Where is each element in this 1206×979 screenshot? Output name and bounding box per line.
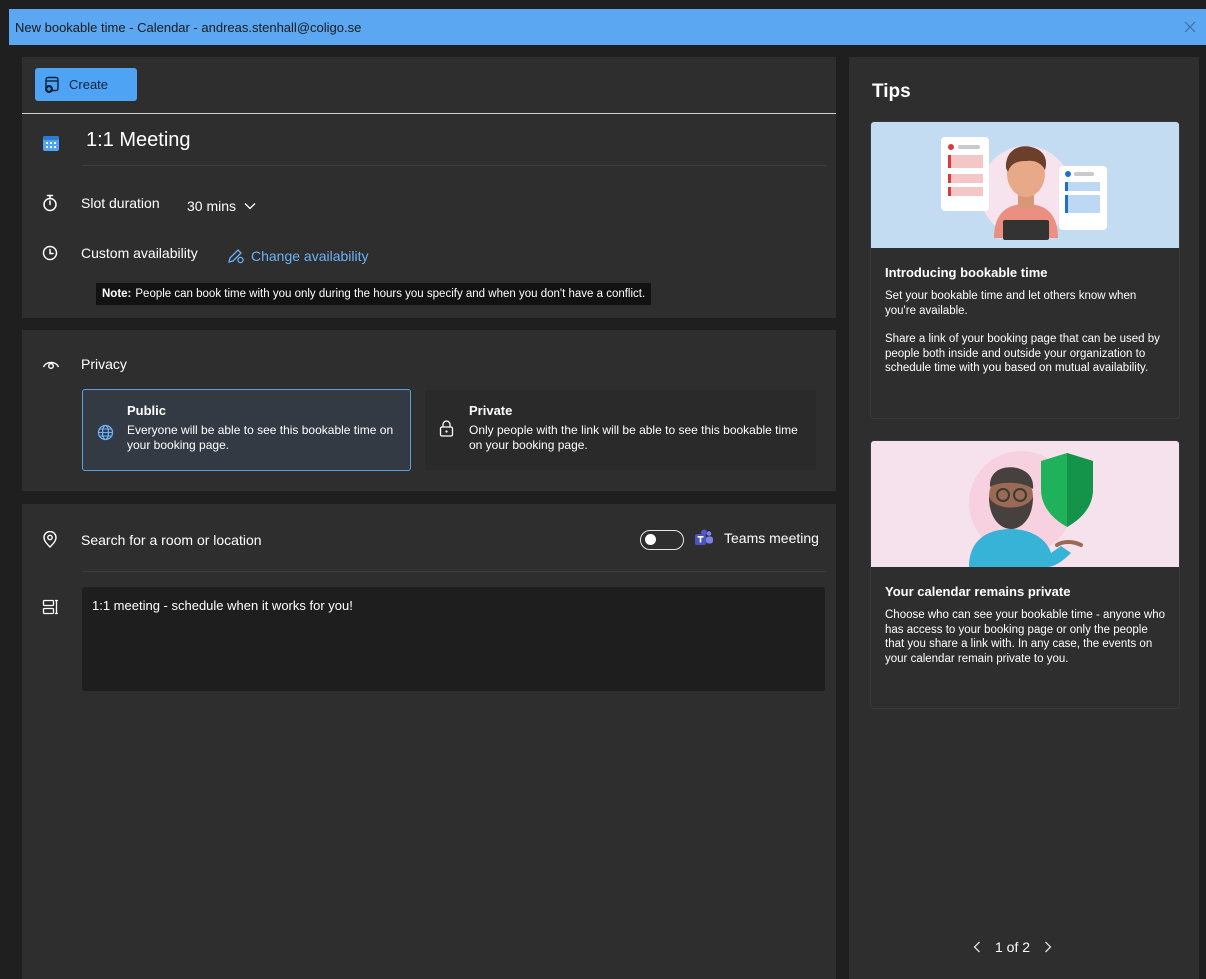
note-bold: Note: (102, 288, 132, 300)
teams-meeting-toggle[interactable] (640, 530, 684, 550)
availability-note: Note: People can book time with you only… (96, 283, 652, 305)
note-text: People can book time with you only durin… (135, 288, 646, 300)
tip-heading: Introducing bookable time (885, 265, 1048, 280)
location-row[interactable]: Search for a room or location (42, 531, 262, 548)
eye-icon (42, 358, 60, 370)
privacy-private-option[interactable]: Private Only people with the link will b… (424, 389, 817, 471)
pager-label: 1 of 2 (995, 939, 1031, 955)
availability-label: Custom availability (81, 245, 198, 261)
tip-illustration-bookable (871, 122, 1179, 248)
tip-card: Introducing bookable time Set your booka… (870, 121, 1180, 419)
change-availability-label: Change availability (251, 248, 369, 264)
chevron-down-icon (244, 202, 256, 210)
tip-card: Your calendar remains private Choose who… (870, 440, 1180, 709)
private-description: Only people with the link will be able t… (469, 423, 798, 452)
toggle-knob (645, 534, 656, 545)
slot-duration-dropdown[interactable]: 30 mins (179, 191, 265, 221)
meeting-title[interactable]: 1:1 Meeting (86, 129, 191, 152)
change-availability-link[interactable]: Change availability (227, 248, 369, 264)
description-textarea[interactable]: 1:1 meeting - schedule when it works for… (82, 587, 825, 691)
clock-icon (42, 245, 58, 261)
meeting-title-row[interactable]: 1:1 Meeting (22, 117, 836, 165)
tips-panel: Tips Introducing bookable time Set your … (849, 57, 1199, 979)
teams-icon (694, 529, 714, 547)
privacy-label: Privacy (81, 356, 127, 372)
location-pin-icon (42, 531, 58, 548)
public-title: Public (127, 403, 167, 418)
teams-meeting[interactable]: Teams meeting (694, 529, 819, 547)
tip-heading: Your calendar remains private (885, 584, 1071, 599)
teams-meeting-label: Teams meeting (724, 530, 819, 546)
stopwatch-icon (42, 194, 58, 212)
tip-paragraph: Set your bookable time and let others kn… (885, 290, 1137, 317)
chevron-right-icon[interactable] (1044, 941, 1052, 953)
tips-pager: 1 of 2 (973, 939, 1052, 955)
privacy-row: Privacy (42, 356, 127, 372)
create-button[interactable]: Create (35, 68, 137, 101)
close-icon[interactable] (1180, 17, 1200, 37)
public-description: Everyone will be able to see this bookab… (127, 423, 394, 452)
calendar-add-icon (43, 76, 61, 94)
tips-title: Tips (872, 81, 911, 102)
meeting-details-panel: Create 1:1 Meeting Slot duration 30 mins… (22, 57, 836, 318)
slot-duration-value: 30 mins (187, 198, 237, 214)
lock-icon (439, 420, 454, 437)
tip-illustration-private (871, 441, 1179, 567)
tip-paragraph: Choose who can see your bookable time - … (885, 609, 1166, 665)
tip-text: Set your bookable time and let others kn… (885, 289, 1165, 376)
location-panel: Search for a room or location Teams meet… (22, 504, 836, 979)
tip-paragraph: Share a link of your booking page that c… (885, 333, 1160, 374)
slot-duration-row: Slot duration (42, 194, 160, 212)
location-divider (82, 571, 826, 572)
title-divider (82, 165, 826, 166)
create-label: Create (69, 77, 109, 92)
toolbar-divider (22, 113, 836, 114)
chevron-left-icon[interactable] (973, 941, 981, 953)
location-input[interactable]: Search for a room or location (81, 532, 262, 548)
privacy-public-option[interactable]: Public Everyone will be able to see this… (82, 389, 411, 471)
tip-body: Introducing bookable time Set your booka… (871, 248, 1179, 393)
privacy-panel: Privacy Public Everyone will be able to … (22, 330, 836, 491)
slot-duration-label: Slot duration (81, 195, 160, 211)
availability-row: Custom availability (42, 245, 198, 261)
calendar-icon (42, 134, 60, 152)
notes-icon (42, 599, 59, 615)
private-title: Private (469, 403, 513, 418)
title-bar: New bookable time - Calendar - andreas.s… (9, 9, 1206, 45)
edit-settings-icon (227, 248, 245, 264)
dialog-window: Create 1:1 Meeting Slot duration 30 mins… (9, 45, 1206, 979)
tip-text: Choose who can see your bookable time - … (885, 608, 1165, 666)
window-title: New bookable time - Calendar - andreas.s… (15, 19, 362, 35)
globe-icon (97, 424, 114, 441)
tip-body: Your calendar remains private Choose who… (871, 567, 1179, 683)
